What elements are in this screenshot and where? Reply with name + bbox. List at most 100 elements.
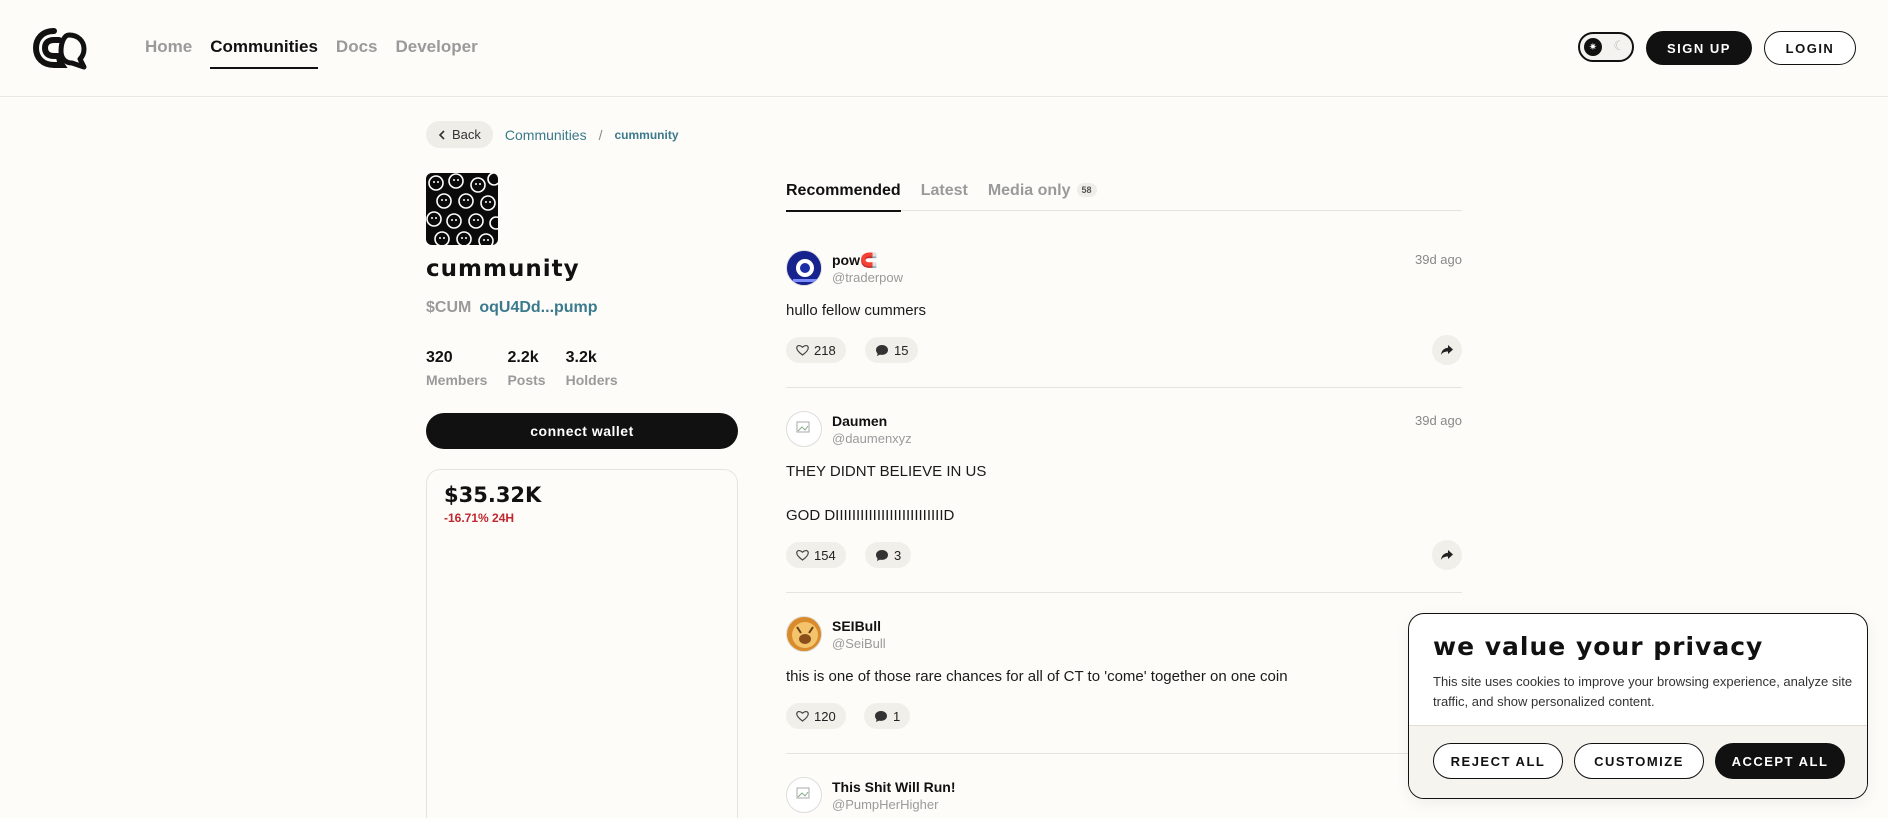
- cookie-consent-banner: we value your privacy This site uses coo…: [1408, 613, 1868, 799]
- stat-members-value: 320: [426, 349, 453, 366]
- stat-members: 320 Members: [426, 349, 487, 388]
- share-button[interactable]: [1432, 335, 1462, 365]
- breadcrumb-separator: /: [598, 126, 603, 143]
- broken-image-icon: [796, 421, 810, 433]
- post-item: This Shit Will Run! @PumpHerHigher: [786, 777, 1462, 818]
- nav-docs[interactable]: Docs: [336, 37, 378, 69]
- share-icon: [1441, 345, 1453, 355]
- tab-latest-label: Latest: [920, 182, 968, 199]
- reject-all-button[interactable]: REJECT ALL: [1433, 743, 1563, 779]
- heart-icon: [796, 549, 809, 561]
- comment-count: 3: [894, 547, 902, 563]
- chevron-left-icon: [438, 129, 445, 140]
- back-button[interactable]: Back: [426, 121, 493, 148]
- avatar-image: [787, 617, 821, 651]
- stat-posts-label: Posts: [507, 372, 546, 388]
- like-count: 154: [814, 547, 836, 563]
- post-item: SEIBull @SeiBull this is one of those ra…: [786, 616, 1462, 754]
- stat-posts-value: 2.2k: [507, 349, 539, 366]
- like-button[interactable]: 154: [786, 542, 846, 568]
- post-body: THEY DIDNT BELIEVE IN US GOD DIIIIIIIIII…: [786, 463, 987, 524]
- like-count: 218: [814, 342, 836, 358]
- comment-button[interactable]: 1: [864, 703, 911, 729]
- avatar-image: [787, 251, 821, 285]
- tab-recommended[interactable]: Recommended: [786, 182, 901, 212]
- breadcrumb-communities-link[interactable]: Communities: [505, 127, 587, 143]
- community-name: cummunity: [426, 256, 580, 282]
- avatar[interactable]: [786, 616, 822, 652]
- nav-developer[interactable]: Developer: [396, 37, 478, 69]
- stat-holders-label: Holders: [565, 372, 618, 388]
- post-handle[interactable]: @daumenxyz: [832, 431, 912, 446]
- tab-media-only[interactable]: Media only 58: [988, 182, 1097, 211]
- broken-image-icon: [796, 787, 810, 799]
- like-count: 120: [814, 708, 836, 724]
- price-change: -16.71% 24H: [444, 511, 515, 525]
- moon-icon: ☾: [1613, 38, 1625, 53]
- customize-button[interactable]: CUSTOMIZE: [1574, 743, 1704, 779]
- nav-home[interactable]: Home: [145, 37, 192, 69]
- accept-all-button[interactable]: ACCEPT ALL: [1715, 743, 1845, 779]
- post-timestamp: 39d ago: [1415, 252, 1462, 267]
- avatar[interactable]: [786, 250, 822, 286]
- contract-address-link[interactable]: oqU4Dd...pump: [479, 299, 597, 317]
- feed-tabs: Recommended Latest Media only 58: [786, 182, 1462, 212]
- login-button[interactable]: LOGIN: [1764, 31, 1856, 65]
- stat-members-label: Members: [426, 372, 488, 388]
- comment-icon: [875, 710, 887, 722]
- avatar[interactable]: [786, 411, 822, 447]
- comment-icon: [876, 549, 888, 561]
- cookie-description: This site uses cookies to improve your b…: [1433, 674, 1853, 709]
- cookie-actions: REJECT ALL CUSTOMIZE ACCEPT ALL: [1409, 725, 1867, 798]
- back-label: Back: [452, 127, 481, 142]
- post-item: Daumen @daumenxyz 39d ago THEY DIDNT BEL…: [786, 411, 1462, 593]
- media-count-badge: 58: [1076, 183, 1097, 197]
- tab-recommended-label: Recommended: [786, 182, 901, 199]
- post-body: hullo fellow cummers: [786, 302, 927, 319]
- stat-holders: 3.2k Holders: [566, 349, 618, 388]
- share-button[interactable]: [1432, 540, 1462, 570]
- sun-icon: ✷: [1584, 38, 1602, 56]
- post-item: pow🧲 @traderpow 39d ago hullo fellow cum…: [786, 250, 1462, 388]
- heart-icon: [796, 710, 809, 722]
- comment-count: 1: [893, 708, 901, 724]
- breadcrumb: Back Communities / cummunity: [426, 121, 679, 148]
- sign-up-button[interactable]: SIGN UP: [1646, 31, 1752, 65]
- post-author[interactable]: pow🧲: [832, 252, 877, 269]
- like-button[interactable]: 218: [786, 337, 846, 363]
- post-body: this is one of those rare chances for al…: [786, 668, 1288, 685]
- stat-holders-value: 3.2k: [565, 349, 597, 366]
- avatar[interactable]: [786, 777, 822, 813]
- connect-wallet-button[interactable]: connect wallet: [426, 413, 738, 449]
- stat-posts: 2.2k Posts: [507, 349, 545, 388]
- price-card: $35.32K -16.71% 24H: [426, 469, 738, 818]
- post-handle[interactable]: @PumpHerHigher: [832, 797, 938, 812]
- main-nav: Home Communities Docs Developer: [145, 37, 478, 69]
- token-row: $CUM oqU4Dd...pump: [426, 299, 598, 317]
- post-author[interactable]: Daumen: [832, 413, 887, 429]
- comment-button[interactable]: 3: [865, 542, 912, 568]
- post-author[interactable]: SEIBull: [832, 618, 881, 634]
- like-button[interactable]: 120: [786, 703, 846, 729]
- community-stats: 320 Members 2.2k Posts 3.2k Holders: [426, 349, 618, 388]
- post-author[interactable]: This Shit Will Run!: [832, 779, 956, 795]
- heart-icon: [796, 344, 809, 356]
- post-handle[interactable]: @SeiBull: [832, 636, 886, 651]
- share-icon: [1441, 550, 1453, 560]
- comment-button[interactable]: 15: [865, 337, 919, 363]
- theme-toggle[interactable]: ✷ ☾: [1578, 32, 1634, 62]
- comment-icon: [876, 344, 888, 356]
- tab-media-label: Media only: [987, 182, 1071, 199]
- breadcrumb-current: cummunity: [614, 127, 679, 142]
- post-timestamp: 39d ago: [1415, 413, 1462, 428]
- nav-communities[interactable]: Communities: [210, 37, 318, 69]
- post-handle[interactable]: @traderpow: [832, 270, 903, 285]
- community-avatar: [426, 173, 498, 245]
- token-price: $35.32K: [444, 483, 542, 507]
- token-ticker: $CUM: [426, 299, 472, 316]
- top-header: Home Communities Docs Developer ✷ ☾ SIGN…: [0, 0, 1888, 97]
- community-pattern-image: [426, 173, 498, 245]
- tab-latest[interactable]: Latest: [921, 182, 968, 211]
- chat-bubble-logo-icon[interactable]: [32, 27, 88, 70]
- comment-count: 15: [894, 342, 909, 358]
